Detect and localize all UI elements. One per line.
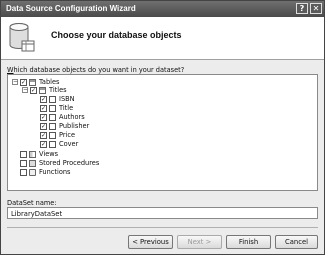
wizard-window: Data Source Configuration Wizard ? ✕ Cho… [0,0,325,255]
tree-node-tables[interactable]: − ✓ Tables [12,78,60,86]
isbn-checkbox[interactable]: ✓ [40,95,47,103]
cancel-button[interactable]: Cancel [275,235,318,249]
views-icon [29,150,36,158]
titles-label: Titles [49,86,67,94]
prompt-rest: hich database objects do you want in you… [13,66,185,74]
finish-button[interactable]: Finish [226,235,271,249]
publisher-checkbox[interactable]: ✓ [40,122,47,130]
stored-procedures-checkbox[interactable] [20,159,27,167]
dataset-name-input[interactable]: LibraryDataSet [7,207,318,219]
column-icon [49,140,56,148]
tables-icon [29,78,36,86]
page-heading: Choose your database objects [51,30,182,40]
stored-procedures-icon [29,159,36,167]
functions-checkbox[interactable] [20,168,27,176]
previous-button[interactable]: < Previous [128,235,173,249]
authors-checkbox[interactable]: ✓ [40,113,47,121]
dataset-name-label: DataSet name: [7,199,57,207]
title-checkbox[interactable]: ✓ [40,104,47,112]
footer-divider [7,227,318,228]
tree-node-authors[interactable]: ✓ Authors [40,113,85,121]
tree-node-stored-procedures[interactable]: Stored Procedures [20,159,99,167]
views-label: Views [39,150,59,158]
tree-node-title[interactable]: ✓ Title [40,104,73,112]
collapse-titles-toggle[interactable]: − [22,87,28,93]
column-icon [49,113,56,121]
next-button[interactable]: Next > [177,235,222,249]
isbn-label: ISBN [59,95,75,103]
views-checkbox[interactable] [20,150,27,158]
title-bar[interactable]: Data Source Configuration Wizard ? ✕ [1,1,324,17]
tree-node-isbn[interactable]: ✓ ISBN [40,95,75,103]
tables-label: Tables [39,78,60,86]
collapse-tables-toggle[interactable]: − [12,79,18,85]
functions-label: Functions [39,168,71,176]
price-label: Price [59,131,76,139]
stored-procedures-label: Stored Procedures [39,159,100,167]
publisher-label: Publisher [59,122,90,130]
database-objects-tree[interactable]: − ✓ Tables − ✓ Titles ✓ ISBN ✓ Title ✓ A… [7,74,318,191]
tree-prompt: Which database objects do you want in yo… [7,66,184,74]
column-icon [49,104,56,112]
functions-icon [29,168,36,176]
tree-node-price[interactable]: ✓ Price [40,131,75,139]
tree-node-views[interactable]: Views [20,150,58,158]
wizard-header: Choose your database objects [1,17,324,60]
table-icon [39,86,46,94]
close-button[interactable]: ✕ [310,3,322,14]
titles-checkbox[interactable]: ✓ [30,86,37,94]
column-icon [49,131,56,139]
title-label: Title [59,104,74,112]
tree-node-functions[interactable]: Functions [20,168,70,176]
tree-node-cover[interactable]: ✓ Cover [40,140,78,148]
cover-label: Cover [59,140,79,148]
price-checkbox[interactable]: ✓ [40,131,47,139]
window-title: Data Source Configuration Wizard [6,4,136,13]
cover-checkbox[interactable]: ✓ [40,140,47,148]
tree-node-publisher[interactable]: ✓ Publisher [40,122,89,130]
tables-checkbox[interactable]: ✓ [20,78,27,86]
authors-label: Authors [59,113,85,121]
database-icon [9,23,35,52]
tree-node-titles[interactable]: − ✓ Titles [22,86,67,94]
column-icon [49,122,56,130]
help-button[interactable]: ? [296,3,308,14]
column-icon [49,95,56,103]
